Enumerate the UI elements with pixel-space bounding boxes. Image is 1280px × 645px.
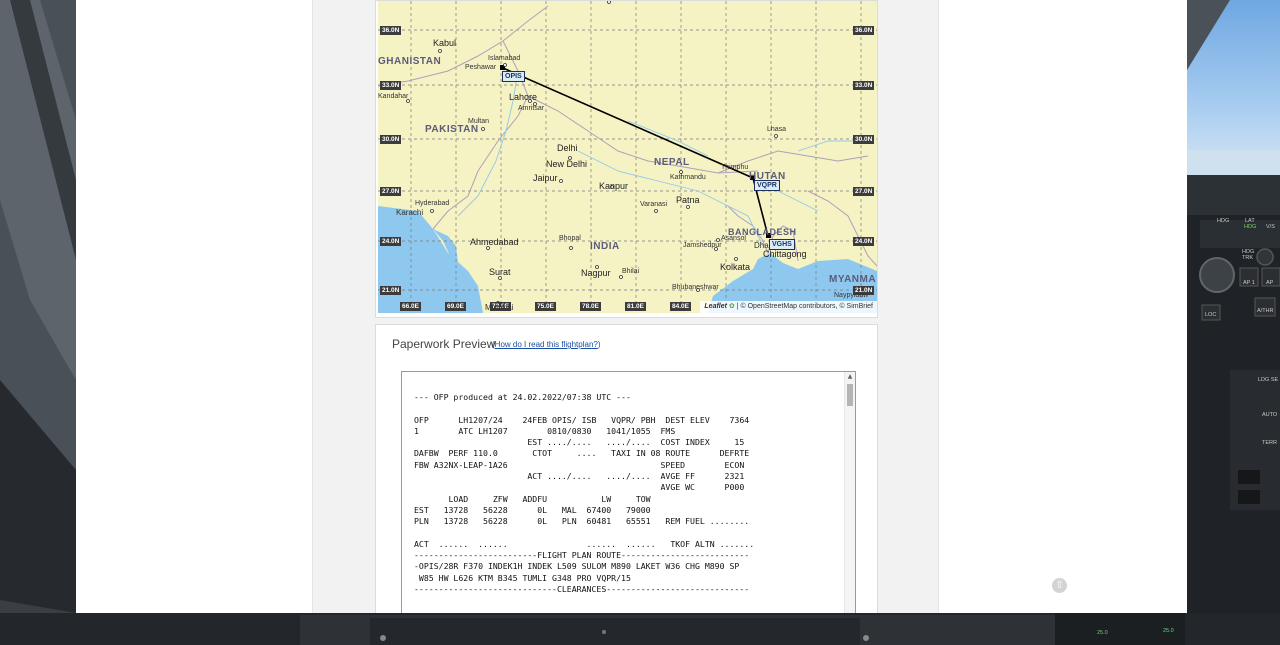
- city-label: New Delhi: [546, 159, 588, 169]
- lon-label-84: 84.0E: [670, 302, 691, 311]
- help-link-wrapper: (How do I read this flightplan?): [492, 340, 601, 349]
- waypoint-label-opis[interactable]: OPIS: [502, 71, 525, 82]
- lat-label-24-right: 24.0N: [853, 237, 875, 246]
- city-label: Jaipur: [533, 173, 558, 183]
- paperwork-title: Paperwork Preview: [392, 337, 496, 351]
- city-label: Ahmedabad: [470, 237, 519, 247]
- lat-label-36: 36.0N: [380, 26, 402, 35]
- cockpit-readout-left: 25.0: [1097, 630, 1108, 636]
- city-label: Bhubaneshwar: [672, 284, 719, 291]
- city-label: Kathmandu: [670, 174, 706, 181]
- ofp-text: --- OFP produced at 24.02.2022/07:38 UTC…: [414, 392, 755, 595]
- country-label: PAKISTAN: [425, 124, 479, 135]
- city-label: Nagpur: [581, 268, 611, 278]
- cockpit-ap1-label: AP 1: [1243, 280, 1255, 286]
- city-label: Delhi: [557, 143, 578, 153]
- route-map-card: 36.0N 33.0N 30.0N 27.0N 24.0N 21.0N 36.0…: [375, 0, 878, 318]
- cockpit-ldg-label: LDG SE: [1258, 377, 1279, 383]
- leaflet-logo-icon: ✿: [728, 303, 735, 310]
- cockpit-loc-label: LOC: [1205, 312, 1217, 318]
- lat-label-30-right: 30.0N: [853, 135, 875, 144]
- cockpit-vs-label: V/S: [1266, 224, 1275, 230]
- city-label: Bhilai: [622, 268, 640, 275]
- lat-label-30: 30.0N: [380, 135, 402, 144]
- waypoint-label-vghs[interactable]: VGHS: [769, 239, 795, 250]
- cockpit-terr-label: TERR: [1262, 440, 1277, 446]
- city-label: Varanasi: [640, 201, 668, 208]
- city-label: Kabul: [433, 38, 457, 48]
- lat-label-33-right: 33.0N: [853, 81, 875, 90]
- country-label: MYANMA: [829, 274, 877, 285]
- ofp-scroll-thumb[interactable]: [847, 384, 853, 406]
- city-label: Amritsar: [518, 105, 545, 112]
- city-label: Naypyidaw: [834, 292, 869, 299]
- cockpit-hdg-label: HDG: [1217, 218, 1230, 224]
- city-label: Multan: [468, 118, 490, 125]
- country-label: NEPAL: [654, 157, 690, 168]
- how-to-read-link[interactable]: How do I read this flightplan?: [495, 340, 598, 349]
- city-label: Jamshedpur: [683, 242, 722, 249]
- city-label: Kanpur: [599, 181, 629, 191]
- city-label: Thimphu: [721, 164, 749, 171]
- scroll-to-top-icon[interactable]: ⇧: [1052, 578, 1067, 593]
- route-map[interactable]: 36.0N 33.0N 30.0N 27.0N 24.0N 21.0N 36.0…: [378, 1, 877, 313]
- ofp-text-box[interactable]: --- OFP produced at 24.02.2022/07:38 UTC…: [401, 371, 856, 613]
- waypoint-label-vqpr[interactable]: VQPR: [754, 180, 780, 191]
- city-label: Bhopal: [559, 235, 581, 242]
- city-label: Islamabad: [488, 55, 521, 62]
- city-dots: [406, 1, 778, 305]
- city-label: Kolkata: [720, 262, 751, 272]
- city-label: Asansol: [721, 235, 746, 242]
- lat-label-24: 24.0N: [380, 237, 402, 246]
- city-label: Patna: [676, 195, 700, 205]
- lat-label-27: 27.0N: [380, 187, 402, 196]
- content-column: 36.0N 33.0N 30.0N 27.0N 24.0N 21.0N 36.0…: [312, 0, 939, 613]
- paperwork-preview-card: Paperwork Preview (How do I read this fl…: [375, 324, 878, 613]
- lon-label-81: 81.0E: [625, 302, 646, 311]
- city-label: Peshawar: [465, 64, 497, 71]
- city-label: Kandahar: [378, 93, 409, 100]
- city-label: Lahore: [509, 92, 538, 102]
- cockpit-trk-label: TRK: [1242, 255, 1253, 261]
- cockpit-readout-right: 25.0: [1163, 628, 1174, 634]
- country-label: GHANISTAN: [378, 56, 442, 67]
- lat-label-27-right: 27.0N: [853, 187, 875, 196]
- arabian-sea: [378, 206, 483, 313]
- city-label: Lhasa: [767, 126, 787, 133]
- cockpit-hdg-label-2: HDG: [1244, 224, 1257, 230]
- cockpit-athr-label: A/THR: [1257, 308, 1274, 314]
- browser-window: 36.0N 33.0N 30.0N 27.0N 24.0N 21.0N 36.0…: [76, 0, 1187, 613]
- city-label: Chittagong: [763, 249, 807, 259]
- lat-label-33: 33.0N: [380, 81, 402, 90]
- lat-label-36-right: 36.0N: [853, 26, 875, 35]
- lon-label-75: 75.0E: [535, 302, 556, 311]
- lon-label-69: 69.0E: [445, 302, 466, 311]
- cockpit-auto-label: AUTO: [1262, 412, 1278, 418]
- ofp-scrollbar[interactable]: ▲: [844, 372, 855, 613]
- ofp-scroll-up-icon[interactable]: ▲: [845, 372, 855, 382]
- lat-label-21: 21.0N: [380, 286, 402, 295]
- map-attribution: Leaflet ✿ | © OpenStreetMap contributors…: [700, 301, 877, 313]
- city-label: Mumbai: [485, 303, 514, 312]
- attribution-text: | © OpenStreetMap contributors, © SimBri…: [736, 303, 873, 310]
- lon-label-78: 78.0E: [580, 302, 601, 311]
- city-label: Karachi: [396, 208, 424, 217]
- city-label: Surat: [489, 267, 511, 277]
- country-label: INDIA: [590, 241, 620, 252]
- lon-label-66: 66.0E: [400, 302, 421, 311]
- city-label: Hyderabad: [415, 200, 450, 207]
- leaflet-link[interactable]: Leaflet: [704, 303, 727, 310]
- flight-route-line: [502, 67, 769, 237]
- cockpit-ap-label: AP: [1266, 280, 1274, 286]
